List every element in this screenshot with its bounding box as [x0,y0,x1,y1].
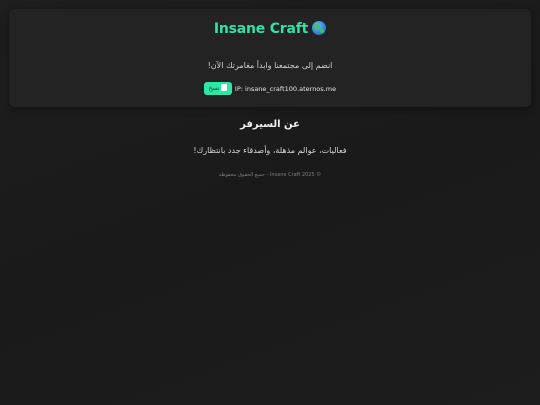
site-title-text: Insane Craft [213,21,309,37]
globe-icon [312,21,327,35]
copy-icon [221,84,228,91]
about-text: فعاليات، عوالم مذهلة، وأصدقاء جدد بانتظا… [193,146,347,155]
hero-card: Insane Craft انضم إلى مجتمعنا وابدأ مغام… [9,9,531,107]
about-title: عن السيرفر [240,119,300,130]
copy-button-label: نسخ [208,85,220,92]
server-ip-row: نسخ IP: insane_craft100.aternos.me [9,82,531,95]
page: Insane Craft انضم إلى مجتمعنا وابدأ مغام… [0,0,540,405]
site-title: Insane Craft [9,21,531,37]
server-ip: IP: insane_craft100.aternos.me [234,84,337,93]
hero-subtitle: انضم إلى مجتمعنا وابدأ مغامرتك الآن! [207,61,333,70]
copy-ip-button[interactable]: نسخ [203,82,232,95]
footer-copyright: © Insane Craft 2025 - جميع الحقوق محفوظة [218,172,322,178]
